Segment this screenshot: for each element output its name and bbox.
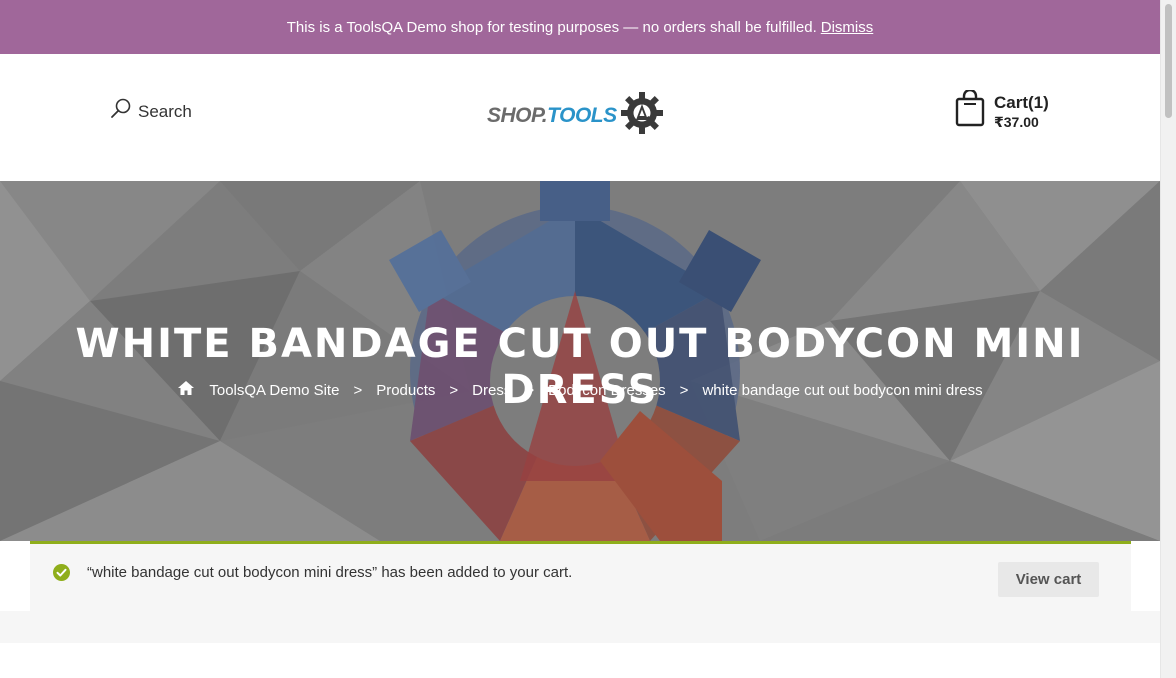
logo-gear-icon	[619, 90, 665, 141]
site-header: Search SHOP. TOOLS Cart(1) ₹37.00	[0, 54, 1160, 181]
content-area	[0, 611, 1160, 643]
home-icon[interactable]	[177, 380, 195, 400]
notice-text: This is a ToolsQA Demo shop for testing …	[286, 18, 817, 36]
check-circle-icon	[53, 564, 70, 586]
breadcrumb-link-dress[interactable]: Dress	[472, 382, 511, 399]
demo-store-notice: This is a ToolsQA Demo shop for testing …	[0, 0, 1160, 54]
cart-total: ₹37.00	[994, 114, 1039, 130]
dismiss-link[interactable]: Dismiss	[821, 19, 874, 36]
search-label: Search	[138, 101, 192, 121]
site-logo[interactable]: SHOP. TOOLS	[487, 90, 665, 141]
breadcrumb-separator: >	[525, 381, 535, 399]
breadcrumb-link-home[interactable]: ToolsQA Demo Site	[209, 382, 339, 399]
logo-text-tools: TOOLS	[547, 103, 617, 127]
search-icon	[110, 98, 132, 125]
breadcrumb-separator: >	[353, 381, 363, 399]
cart-count: Cart(1)	[994, 93, 1049, 112]
header-cart[interactable]: Cart(1) ₹37.00	[954, 88, 1049, 133]
cart-added-message: “white bandage cut out bodycon mini dres…	[87, 564, 573, 581]
breadcrumb-link-bodycon-dresses[interactable]: Bodycon Dresses	[548, 382, 666, 399]
breadcrumb-separator: >	[449, 381, 459, 399]
woocommerce-message: “white bandage cut out bodycon mini dres…	[30, 541, 1131, 611]
breadcrumb-current: white bandage cut out bodycon mini dress	[702, 381, 983, 399]
page-scrollbar[interactable]	[1160, 0, 1176, 678]
scrollbar-thumb[interactable]	[1165, 4, 1172, 118]
search-toggle[interactable]: Search	[110, 98, 192, 125]
breadcrumb: ToolsQA Demo Site > Products > Dress > B…	[0, 380, 1160, 400]
page-hero-banner: WHITE BANDAGE CUT OUT BODYCON MINI DRESS…	[0, 181, 1160, 541]
breadcrumb-separator: >	[679, 381, 689, 399]
view-cart-button[interactable]: View cart	[998, 562, 1099, 597]
shopping-bag-icon	[954, 88, 986, 133]
logo-text-shop: SHOP.	[487, 103, 548, 127]
breadcrumb-link-products[interactable]: Products	[376, 382, 435, 399]
